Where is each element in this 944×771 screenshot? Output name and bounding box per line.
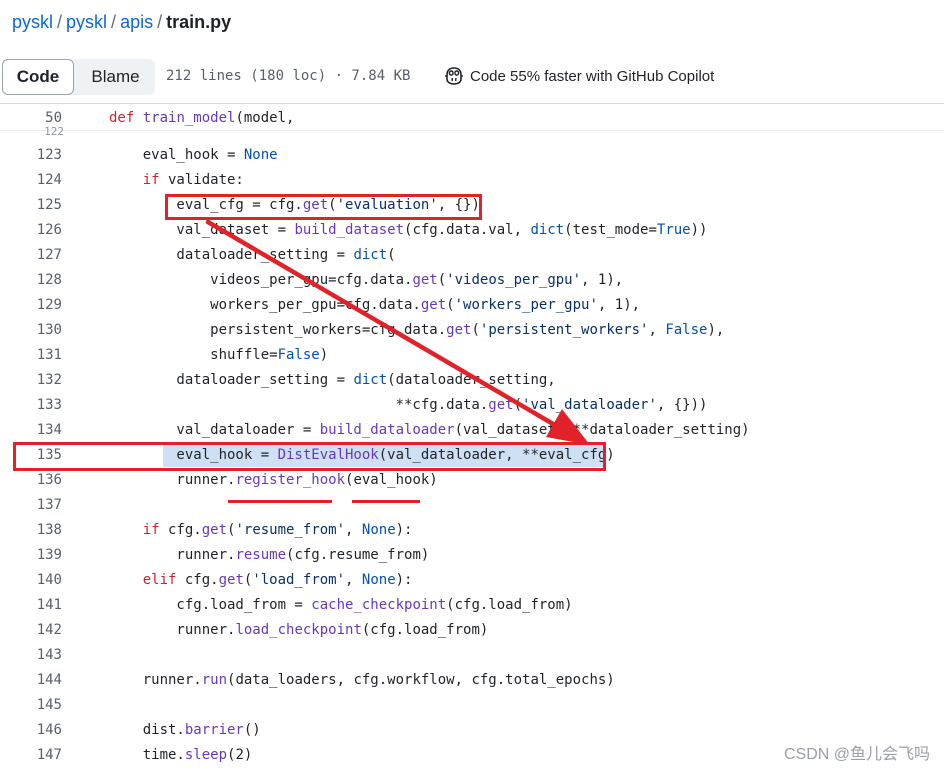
line-number[interactable]: 127 — [0, 247, 62, 263]
code-line-144[interactable]: 144 runner.run(data_loaders, cfg.workflo… — [0, 668, 944, 693]
code-text: persistent_workers=cfg.data.get('persist… — [109, 322, 725, 338]
breadcrumb-current-file: train.py — [166, 12, 232, 32]
code-text: runner.load_checkpoint(cfg.load_from) — [109, 622, 489, 638]
code-text: runner.run(data_loaders, cfg.workflow, c… — [109, 672, 615, 688]
line-number[interactable]: 140 — [0, 572, 62, 588]
breadcrumb-separator: / — [111, 12, 117, 32]
line-number[interactable]: 145 — [0, 697, 62, 713]
code-line-131[interactable]: 131 shuffle=False) — [0, 343, 944, 368]
code-line-128[interactable]: 128 videos_per_gpu=cfg.data.get('videos_… — [0, 268, 944, 293]
line-number[interactable]: 128 — [0, 272, 62, 288]
breadcrumb-dir-pyskl-link[interactable]: pyskl — [66, 12, 107, 32]
line-number[interactable]: 144 — [0, 672, 62, 688]
annotation-underline-eval-hook — [352, 500, 420, 503]
code-line-135[interactable]: 135 eval_hook = DistEvalHook(val_dataloa… — [0, 443, 944, 468]
line-number-peek: 122 — [44, 127, 64, 136]
code-line-134[interactable]: 134 val_dataloader = build_dataloader(va… — [0, 418, 944, 443]
breadcrumb-repo-link[interactable]: pyskl — [12, 12, 53, 32]
breadcrumb-separator: / — [157, 12, 163, 32]
line-number[interactable]: 126 — [0, 222, 62, 238]
code-line-133[interactable]: 133 **cfg.data.get('val_dataloader', {})… — [0, 393, 944, 418]
code-line-145[interactable]: 145 — [0, 693, 944, 718]
code-line-136[interactable]: 136 runner.register_hook(eval_hook) — [0, 468, 944, 493]
code-view-button[interactable]: Code — [2, 59, 74, 95]
line-number[interactable]: 139 — [0, 547, 62, 563]
code-line-139[interactable]: 139 runner.resume(cfg.resume_from) — [0, 543, 944, 568]
code-text: workers_per_gpu=cfg.data.get('workers_pe… — [109, 297, 641, 313]
line-number[interactable]: 137 — [0, 497, 62, 513]
code-text: dist.barrier() — [109, 722, 261, 738]
code-text: eval_hook = None — [109, 147, 278, 163]
code-text: if cfg.get('resume_from', None): — [142, 522, 413, 538]
code-text: val_dataloader = build_dataloader(val_da… — [109, 422, 750, 438]
line-number[interactable]: 138 — [0, 522, 62, 538]
code-text: shuffle=False) — [109, 347, 329, 363]
code-text: if validate: — [142, 172, 244, 188]
line-number[interactable]: 132 — [0, 372, 62, 388]
code-line-125[interactable]: 125 eval_cfg = cfg.get('evaluation', {}) — [0, 193, 944, 218]
line-number[interactable]: 133 — [0, 397, 62, 413]
line-number[interactable]: 129 — [0, 297, 62, 313]
code-text: val_dataset = build_dataset(cfg.data.val… — [109, 222, 708, 238]
annotation-underline-register-hook — [228, 500, 332, 503]
code-text: elif cfg.get('load_from', None): — [142, 572, 413, 588]
line-number[interactable]: 141 — [0, 597, 62, 613]
watermark: CSDN @鱼儿会飞吗 — [783, 746, 930, 763]
code-text: eval_hook = DistEvalHook(val_dataloader,… — [109, 447, 615, 463]
code-line-141[interactable]: 141 cfg.load_from = cache_checkpoint(cfg… — [0, 593, 944, 618]
code-line-130[interactable]: 130 persistent_workers=cfg.data.get('per… — [0, 318, 944, 343]
code-line-126[interactable]: 126 val_dataset = build_dataset(cfg.data… — [0, 218, 944, 243]
code-line-129[interactable]: 129 workers_per_gpu=cfg.data.get('worker… — [0, 293, 944, 318]
code-text: cfg.load_from = cache_checkpoint(cfg.loa… — [109, 597, 573, 613]
line-number[interactable]: 134 — [0, 422, 62, 438]
code-line-127[interactable]: 127 dataloader_setting = dict( — [0, 243, 944, 268]
code-text: videos_per_gpu=cfg.data.get('videos_per_… — [109, 272, 624, 288]
breadcrumb: pyskl / pyskl / apis / train.py — [12, 10, 231, 34]
line-number[interactable]: 136 — [0, 472, 62, 488]
file-meta-info: 212 lines (180 loc) · 7.84 KB — [166, 68, 411, 84]
sticky-function-header[interactable]: 50 def train_model(model, — [0, 105, 944, 131]
code-line-124[interactable]: 124 if validate: — [0, 168, 944, 193]
code-text: runner.resume(cfg.resume_from) — [109, 547, 430, 563]
breadcrumb-dir-apis-link[interactable]: apis — [120, 12, 153, 32]
copilot-icon — [445, 67, 463, 85]
breadcrumb-separator: / — [57, 12, 63, 32]
view-mode-toggle: Code Blame — [2, 59, 155, 95]
code-text: runner.register_hook(eval_hook) — [109, 472, 438, 488]
copilot-promo-link[interactable]: Code 55% faster with GitHub Copilot — [444, 66, 714, 88]
line-number[interactable]: 125 — [0, 197, 62, 213]
line-number[interactable]: 124 — [0, 172, 62, 188]
code-text: dataloader_setting = dict(dataloader_set… — [109, 372, 556, 388]
sticky-header-code: def train_model(model, — [109, 110, 295, 126]
code-line-137[interactable]: 137 — [0, 493, 944, 518]
line-number[interactable]: 142 — [0, 622, 62, 638]
copilot-promo-label: Code 55% faster with GitHub Copilot — [470, 68, 715, 85]
code-text: dataloader_setting = dict( — [109, 247, 396, 263]
line-number[interactable]: 130 — [0, 322, 62, 338]
line-number: 50 — [45, 110, 62, 126]
line-number[interactable]: 123 — [0, 147, 62, 163]
blame-view-button[interactable]: Blame — [76, 59, 155, 95]
code-line-138[interactable]: 138 if cfg.get('resume_from', None): — [0, 518, 944, 543]
code-text: **cfg.data.get('val_dataloader', {})) — [109, 397, 708, 413]
file-toolbar: Code Blame 212 lines (180 loc) · 7.84 KB… — [0, 54, 944, 104]
code-line-143[interactable]: 143 — [0, 643, 944, 668]
line-number[interactable]: 146 — [0, 722, 62, 738]
code-view: 50 def train_model(model, 122 123 eval_h… — [0, 105, 944, 771]
code-line-142[interactable]: 142 runner.load_checkpoint(cfg.load_from… — [0, 618, 944, 643]
line-number[interactable]: 147 — [0, 747, 62, 763]
code-text: eval_cfg = cfg.get('evaluation', {}) — [109, 197, 480, 213]
code-line-132[interactable]: 132 dataloader_setting = dict(dataloader… — [0, 368, 944, 393]
code-line-140[interactable]: 140 elif cfg.get('load_from', None): — [0, 568, 944, 593]
line-number[interactable]: 135 — [0, 447, 62, 463]
line-number[interactable]: 143 — [0, 647, 62, 663]
code-text: time.sleep(2) — [109, 747, 253, 763]
line-number[interactable]: 131 — [0, 347, 62, 363]
code-line-123[interactable]: 123 eval_hook = None — [0, 143, 944, 168]
